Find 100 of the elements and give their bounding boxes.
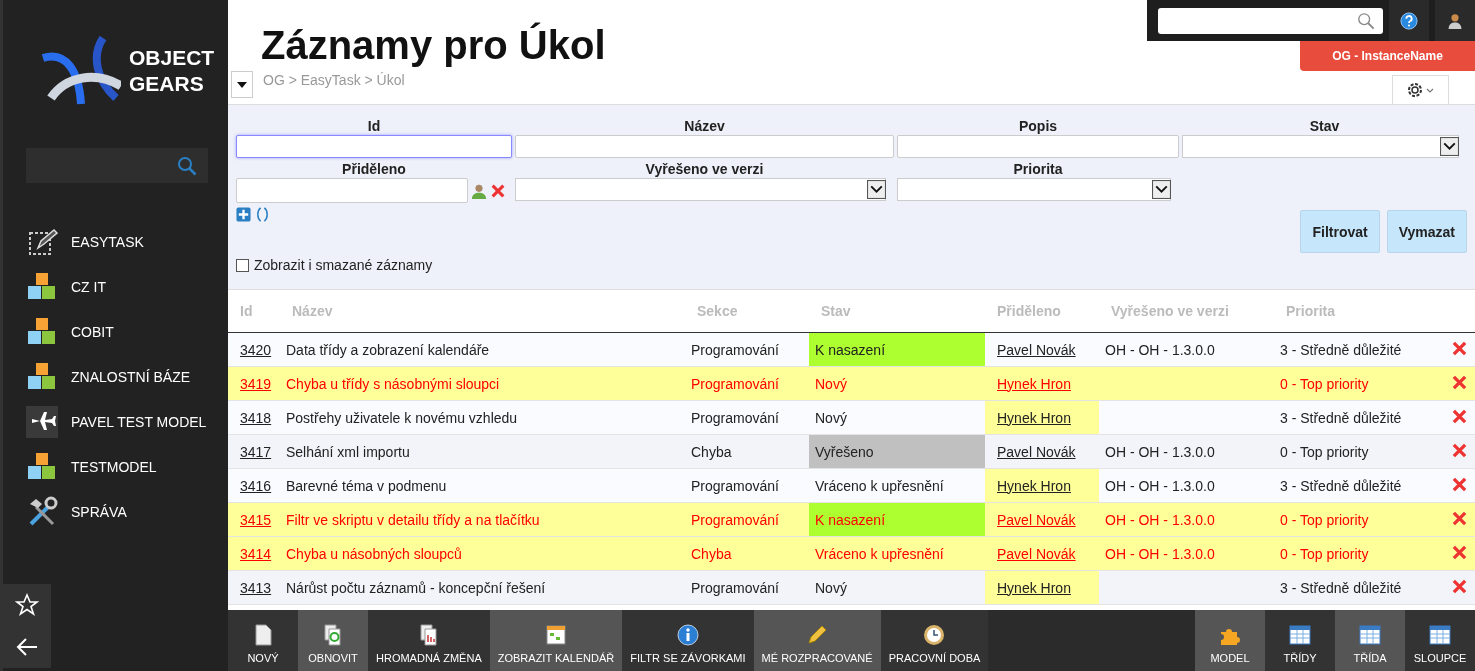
checkbox[interactable]: Zobrazit i smazané záznamy	[236, 257, 1467, 273]
clear-icon[interactable]	[490, 182, 506, 199]
table-cell: OH - OH - 1.3.0.0	[1099, 468, 1274, 503]
delete-icon[interactable]	[1451, 578, 1467, 594]
table-cell[interactable]: Pavel Novák	[985, 536, 1099, 571]
delete-icon[interactable]	[1451, 340, 1467, 356]
status-cell: Nový	[809, 366, 985, 401]
status-cell: Nový	[809, 400, 985, 435]
search-field[interactable]	[26, 148, 208, 183]
table-cell[interactable]: 3413	[228, 570, 280, 605]
toolbar-button[interactable]: PRACOVNÍ DOBA	[880, 610, 989, 671]
instance-label: OG - InstanceName	[1300, 41, 1475, 72]
table-cell[interactable]: Hynek Hron	[985, 468, 1099, 503]
table-cell: 0 - Top priority	[1274, 434, 1442, 469]
pages-icon	[417, 624, 440, 646]
table-cell[interactable]: Pavel Novák	[985, 332, 1099, 367]
input-field[interactable]	[236, 135, 512, 158]
sidebar-item-label: CZ IT	[71, 278, 106, 295]
sidebar-item[interactable]: TESTMODEL	[3, 444, 228, 489]
caret-icon	[237, 81, 247, 88]
delete-icon[interactable]	[1451, 544, 1467, 560]
sidebar-item[interactable]: CZ IT	[3, 264, 228, 309]
field-label: Přiděleno	[341, 160, 407, 178]
table-cell: 3 - Středně důležité	[1274, 332, 1442, 367]
dropdown-icon	[867, 180, 886, 199]
table-cell: 3 - Středně důležité	[1274, 468, 1442, 503]
sidebar-item[interactable]: SPRÁVA	[3, 489, 228, 534]
page-icon	[252, 624, 274, 646]
table-cell[interactable]: Hynek Hron	[985, 366, 1099, 401]
table-cell: Programování	[685, 468, 809, 503]
table-cell: OH - OH - 1.3.0.0	[1099, 332, 1274, 367]
user-button[interactable]	[1435, 0, 1475, 41]
table-cell: Chyba	[685, 434, 809, 469]
toolbar-button[interactable]: OBNOVIT	[298, 610, 368, 671]
table-cell[interactable]: 3419	[228, 366, 280, 401]
sidebar-item[interactable]: COBIT	[3, 309, 228, 354]
select-field[interactable]	[515, 178, 886, 201]
table-icon	[1289, 624, 1311, 646]
table-cell[interactable]: 3420	[228, 332, 280, 367]
table-cell: Filtr ve skriptu v detailu třídy a na tlačítku	[280, 502, 685, 537]
toolbar-button[interactable]: HROMADNÁ ZMĚNA	[368, 610, 490, 671]
toolbar-button[interactable]: ZOBRAZIT KALENDÁŘ	[489, 610, 623, 671]
filter-button[interactable]: Vymazat	[1386, 210, 1467, 253]
delete-icon[interactable]	[1451, 476, 1467, 492]
table-cell: 0 - Top priority	[1274, 366, 1442, 401]
table-cell[interactable]: Pavel Novák	[985, 502, 1099, 537]
table-cell: Data třídy a zobrazení kalendáře	[280, 332, 685, 367]
table-cell: Barevné téma v podmenu	[280, 468, 685, 503]
delete-icon[interactable]	[1451, 408, 1467, 424]
input-field[interactable]	[515, 135, 894, 158]
search-field[interactable]	[1158, 7, 1384, 34]
checkbox-box[interactable]	[236, 258, 249, 272]
table-cell[interactable]: 3414	[228, 536, 280, 571]
add-icon[interactable]	[236, 207, 251, 222]
toolbar-button[interactable]: SLOUPCE	[1405, 610, 1475, 671]
toolbar-button[interactable]: MODEL	[1195, 610, 1265, 671]
status-cell: Vyřešeno	[809, 434, 985, 469]
select-field[interactable]	[1182, 135, 1459, 158]
table-cell[interactable]: 3416	[228, 468, 280, 503]
brackets-icon[interactable]	[255, 207, 270, 222]
table-cell[interactable]: Pavel Novák	[985, 434, 1099, 469]
person-icon[interactable]	[471, 182, 487, 199]
table-cell[interactable]: 3417	[228, 434, 280, 469]
input-field[interactable]	[897, 135, 1179, 158]
status-cell: Vráceno k upřesnění	[809, 468, 985, 503]
dropdown-icon	[1152, 180, 1171, 199]
table-cell: Nárůst počtu záznamů - koncepční řešení	[280, 570, 685, 605]
filter-button[interactable]: Filtrovat	[1300, 210, 1380, 253]
delete-icon[interactable]	[1451, 442, 1467, 458]
logo-text: OBJECT GEARS	[129, 45, 215, 97]
table-cell[interactable]: 3415	[228, 502, 280, 537]
sidebar-item[interactable]: ZNALOSTNÍ BÁZE	[3, 354, 228, 399]
table-cell[interactable]: Hynek Hron	[985, 570, 1099, 605]
sidebar-item[interactable]: EASYTASK	[3, 219, 228, 264]
search-icon	[177, 155, 197, 176]
input-field[interactable]	[236, 178, 468, 203]
sidebar-item-label: ZNALOSTNÍ BÁZE	[71, 368, 191, 385]
toolbar-button[interactable]: MÉ ROZPRACOVANÉ	[753, 610, 881, 671]
select-field[interactable]	[897, 178, 1171, 201]
table-cell: OH - OH - 1.3.0.0	[1099, 502, 1274, 537]
checkbox-label: Zobrazit i smazané záznamy	[254, 257, 433, 273]
info-icon	[676, 624, 699, 646]
toolbar-button[interactable]: TŘÍDY	[1265, 610, 1335, 671]
toolbar-button[interactable]: NOVÝ	[228, 610, 298, 671]
field-label: Popis	[1017, 117, 1059, 135]
table-cell[interactable]: 3418	[228, 400, 280, 435]
table-cell: Chyba u třídy s násobnými sloupci	[280, 366, 685, 401]
toolbar-button[interactable]: FILTR SE ZÁVORKAMI	[622, 610, 754, 671]
dropdown-button[interactable]	[231, 71, 253, 98]
help-button[interactable]	[1389, 0, 1430, 41]
status-cell: K nasazení	[809, 332, 985, 367]
delete-icon[interactable]	[1451, 510, 1467, 526]
settings-button[interactable]	[1392, 75, 1449, 104]
table-cell[interactable]: Hynek Hron	[985, 400, 1099, 435]
user-icon	[1447, 11, 1464, 30]
logo-icon	[41, 36, 121, 106]
sidebar-item[interactable]: PAVEL TEST MODEL	[3, 399, 228, 444]
toolbar-button[interactable]: TŘÍDA	[1335, 610, 1405, 671]
breadcrumb: OG > EasyTask > Úkol	[263, 71, 405, 88]
delete-icon[interactable]	[1451, 374, 1467, 390]
